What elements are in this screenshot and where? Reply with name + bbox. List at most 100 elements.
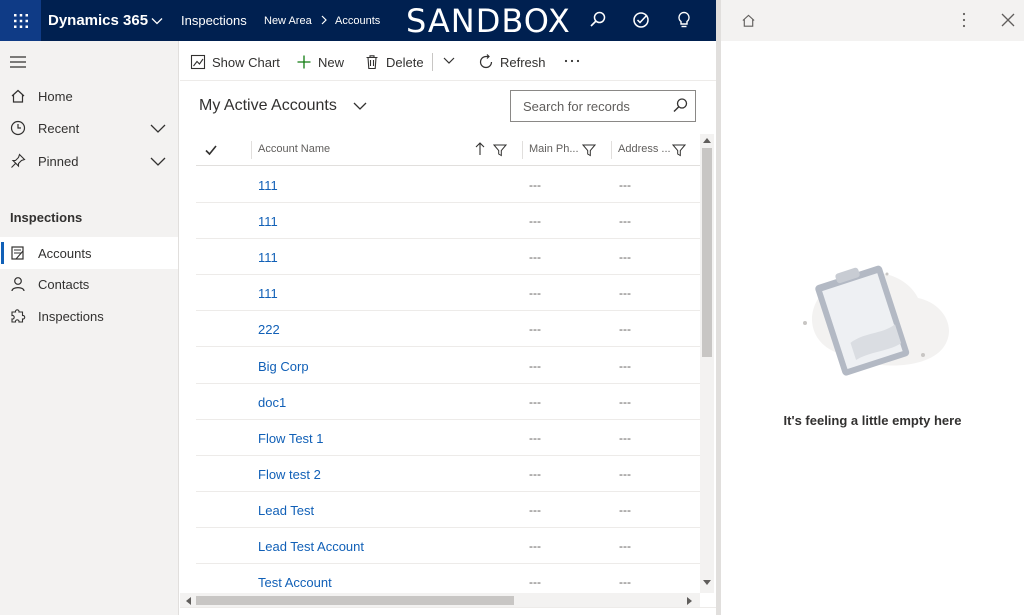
phone-cell: --- [529, 178, 541, 192]
delete-button[interactable]: Delete [364, 51, 424, 73]
vertical-scroll-thumb[interactable] [702, 148, 712, 357]
breadcrumb-new-area[interactable]: New Area [264, 15, 312, 27]
table-row[interactable]: Lead Test --- --- [196, 492, 700, 528]
column-header-account-name[interactable]: Account Name [258, 143, 330, 155]
account-name-link[interactable]: doc1 [258, 395, 286, 410]
task-icon[interactable] [631, 10, 651, 30]
account-name-link[interactable]: 111 [258, 214, 278, 229]
nav-item-inspections[interactable]: Inspections [0, 300, 178, 332]
home-icon[interactable] [741, 13, 756, 28]
nav-item-recent[interactable]: Recent [0, 112, 178, 144]
vertical-scrollbar[interactable] [700, 134, 714, 593]
search-icon[interactable] [671, 97, 689, 115]
chevron-down-icon[interactable] [150, 155, 166, 167]
address-cell: --- [619, 322, 631, 336]
view-selector-chevron-icon[interactable] [352, 99, 368, 113]
select-all-checkmark-icon[interactable] [205, 144, 217, 156]
table-row[interactable]: Flow test 2 --- --- [196, 456, 700, 492]
address-cell: --- [619, 575, 631, 589]
grid-body: 111 --- --- 111 --- --- 111 --- --- 111 --- --- … [196, 167, 700, 593]
column-separator [251, 141, 252, 159]
selected-indicator [1, 242, 4, 264]
account-name-link[interactable]: Big Corp [258, 359, 309, 374]
phone-cell: --- [529, 214, 541, 228]
chevron-down-icon[interactable] [150, 14, 164, 28]
account-name-link[interactable]: Flow Test 1 [258, 431, 324, 446]
scroll-left-arrow-icon[interactable] [185, 597, 191, 605]
table-row[interactable]: 111 --- --- [196, 203, 700, 239]
trash-icon [366, 55, 378, 70]
phone-cell: --- [529, 250, 541, 264]
breadcrumb-accounts[interactable]: Accounts [335, 15, 380, 27]
account-name-link[interactable]: 222 [258, 322, 280, 337]
table-row[interactable]: Big Corp --- --- [196, 348, 700, 384]
scroll-up-arrow-icon[interactable] [703, 137, 711, 143]
account-name-link[interactable]: 111 [258, 286, 278, 301]
lightbulb-icon[interactable] [674, 10, 694, 30]
accounts-icon [11, 246, 24, 260]
app-root: Dynamics 365 Inspections New Area Accoun… [0, 0, 1024, 615]
table-row[interactable]: doc1 --- --- [196, 384, 700, 420]
account-name-link[interactable]: 111 [258, 178, 278, 193]
phone-cell: --- [529, 359, 541, 373]
account-name-link[interactable]: Lead Test Account [258, 539, 364, 554]
plus-icon [297, 55, 311, 69]
chevron-down-icon[interactable] [150, 122, 166, 134]
new-label: New [318, 54, 345, 70]
address-cell: --- [619, 359, 631, 373]
more-vertical-icon[interactable] [961, 12, 967, 28]
more-commands-icon[interactable] [564, 58, 580, 64]
nav-item-pinned[interactable]: Pinned [0, 145, 178, 177]
chevron-down-icon[interactable] [442, 55, 456, 67]
phone-cell: --- [529, 539, 541, 553]
filter-icon[interactable] [672, 143, 686, 157]
scroll-down-arrow-icon[interactable] [703, 580, 711, 586]
area-name[interactable]: Inspections [181, 13, 247, 28]
search-icon[interactable] [588, 10, 608, 30]
table-row[interactable]: Lead Test Account --- --- [196, 528, 700, 564]
table-row[interactable]: 111 --- --- [196, 239, 700, 275]
account-name-link[interactable]: Test Account [258, 575, 332, 590]
address-cell: --- [619, 503, 631, 517]
horizontal-scroll-thumb[interactable] [196, 596, 514, 605]
search-input[interactable] [512, 92, 662, 120]
table-row[interactable]: 222 --- --- [196, 311, 700, 347]
grid-header: Account Name Main Ph... Address ... [196, 134, 700, 166]
filter-icon[interactable] [582, 143, 596, 157]
chevron-right-icon [321, 15, 327, 25]
sort-ascending-icon[interactable] [475, 142, 485, 156]
account-name-link[interactable]: 111 [258, 250, 278, 265]
close-icon[interactable] [1001, 13, 1015, 27]
empty-state-message: It's feeling a little empty here [783, 413, 962, 428]
column-separator [611, 141, 612, 159]
sitemap-navigation: Home Recent Pinned Inspections Accounts … [0, 41, 179, 615]
column-header-main-phone[interactable]: Main Ph... [529, 143, 579, 155]
account-name-link[interactable]: Lead Test [258, 503, 314, 518]
refresh-button[interactable]: Refresh [478, 51, 546, 73]
puzzle-icon [11, 309, 26, 323]
account-name-link[interactable]: Flow test 2 [258, 467, 321, 482]
view-title[interactable]: My Active Accounts [199, 97, 337, 115]
table-row[interactable]: Test Account --- --- [196, 564, 700, 593]
address-cell: --- [619, 431, 631, 445]
table-row[interactable]: 111 --- --- [196, 167, 700, 203]
app-name[interactable]: Dynamics 365 [48, 12, 148, 29]
grid-footer [180, 607, 716, 615]
phone-cell: --- [529, 503, 541, 517]
search-box[interactable] [510, 90, 696, 122]
table-row[interactable]: Flow Test 1 --- --- [196, 420, 700, 456]
app-launcher-button[interactable] [0, 0, 41, 41]
show-chart-button[interactable]: Show Chart [190, 51, 280, 73]
person-icon [11, 277, 25, 292]
nav-item-contacts[interactable]: Contacts [0, 268, 178, 300]
table-row[interactable]: 111 --- --- [196, 275, 700, 311]
scroll-right-arrow-icon[interactable] [687, 597, 693, 605]
column-header-address[interactable]: Address ... [618, 143, 671, 155]
horizontal-scrollbar[interactable] [180, 593, 700, 607]
show-chart-label: Show Chart [212, 54, 280, 70]
new-button[interactable]: New [296, 51, 344, 73]
hamburger-menu-icon[interactable] [10, 56, 26, 68]
nav-item-accounts[interactable]: Accounts [0, 237, 178, 269]
nav-item-home[interactable]: Home [0, 80, 178, 112]
filter-icon[interactable] [493, 143, 507, 157]
